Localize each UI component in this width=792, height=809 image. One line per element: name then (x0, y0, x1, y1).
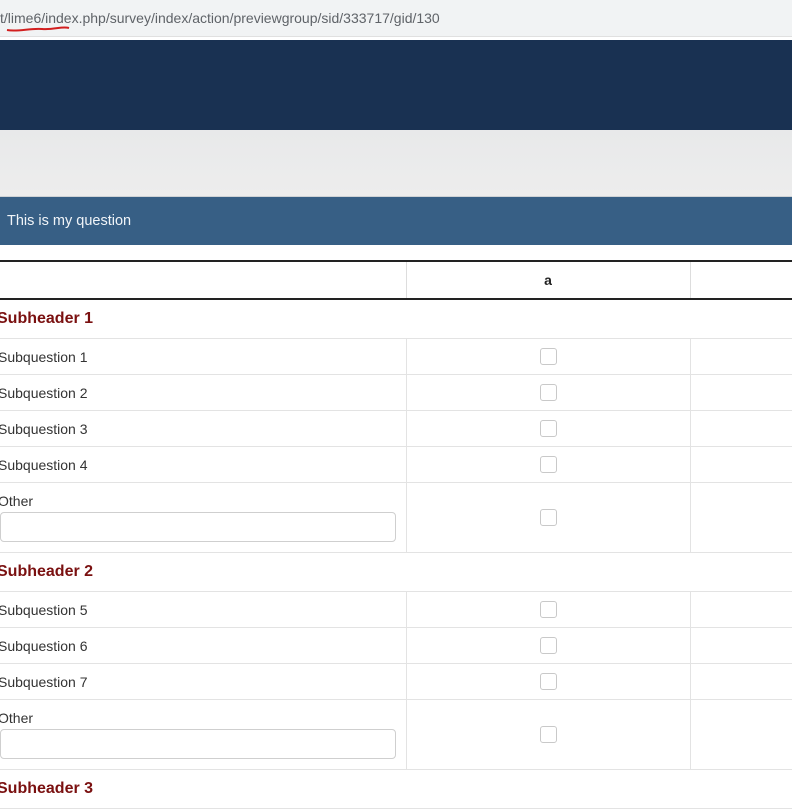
table-row-other: Other (0, 699, 792, 770)
checkbox-sq1-a[interactable] (539, 348, 557, 366)
table-row: Subquestion 3 (0, 410, 792, 447)
header-empty-cell (0, 260, 407, 300)
checkbox-other1-a[interactable] (539, 509, 557, 527)
checkbox-sq3-a[interactable] (539, 420, 557, 438)
checkbox-sq6-a[interactable] (539, 637, 557, 655)
table-row: Subquestion 5 (0, 591, 792, 628)
subquestion-label: Subquestion 5 (0, 591, 407, 628)
top-navigation-bar (0, 40, 792, 130)
checkbox-sq5-a[interactable] (539, 601, 557, 619)
subheader-3: Subheader 3 (0, 769, 792, 809)
survey-toolbar (0, 130, 792, 197)
subquestion-label: Subquestion 1 (0, 338, 407, 375)
table-header-row: a (0, 260, 792, 300)
other-label: Other (0, 493, 34, 509)
question-title: This is my question (7, 213, 132, 229)
checkbox-sq7-a[interactable] (539, 673, 557, 691)
subheader-1: Subheader 1 (0, 299, 792, 339)
table-row: Subquestion 2 (0, 374, 792, 411)
header-extra-cell (690, 260, 792, 300)
column-header-a: a (406, 260, 691, 300)
subquestion-label: Subquestion 7 (0, 663, 407, 700)
subquestion-label: Subquestion 4 (0, 446, 407, 483)
subheader-2: Subheader 2 (0, 552, 792, 592)
subquestion-label: Subquestion 3 (0, 410, 407, 447)
subheader-row: Subheader 2 (0, 552, 792, 592)
checkbox-sq2-a[interactable] (539, 384, 557, 402)
question-answer-table: a Subheader 1 Subquestion 1 Subquestion … (0, 260, 792, 809)
table-row: Subquestion 6 (0, 627, 792, 664)
subquestion-label: Subquestion 6 (0, 627, 407, 664)
table-row: Subquestion 1 (0, 338, 792, 375)
red-underline-annotation (6, 26, 70, 32)
subheader-row: Subheader 1 (0, 299, 792, 339)
other-text-input-1[interactable] (0, 512, 396, 542)
browser-address-bar[interactable]: t/lime6/index.php/survey/index/action/pr… (0, 0, 792, 37)
checkbox-sq4-a[interactable] (539, 456, 557, 474)
table-row-other: Other (0, 482, 792, 553)
other-label: Other (0, 710, 34, 726)
table-row: Subquestion 7 (0, 663, 792, 700)
checkbox-other2-a[interactable] (539, 726, 557, 744)
subquestion-label: Subquestion 2 (0, 374, 407, 411)
table-row: Subquestion 4 (0, 446, 792, 483)
subheader-row: Subheader 3 (0, 769, 792, 809)
other-text-input-2[interactable] (0, 729, 396, 759)
question-title-bar: This is my question (0, 197, 792, 245)
